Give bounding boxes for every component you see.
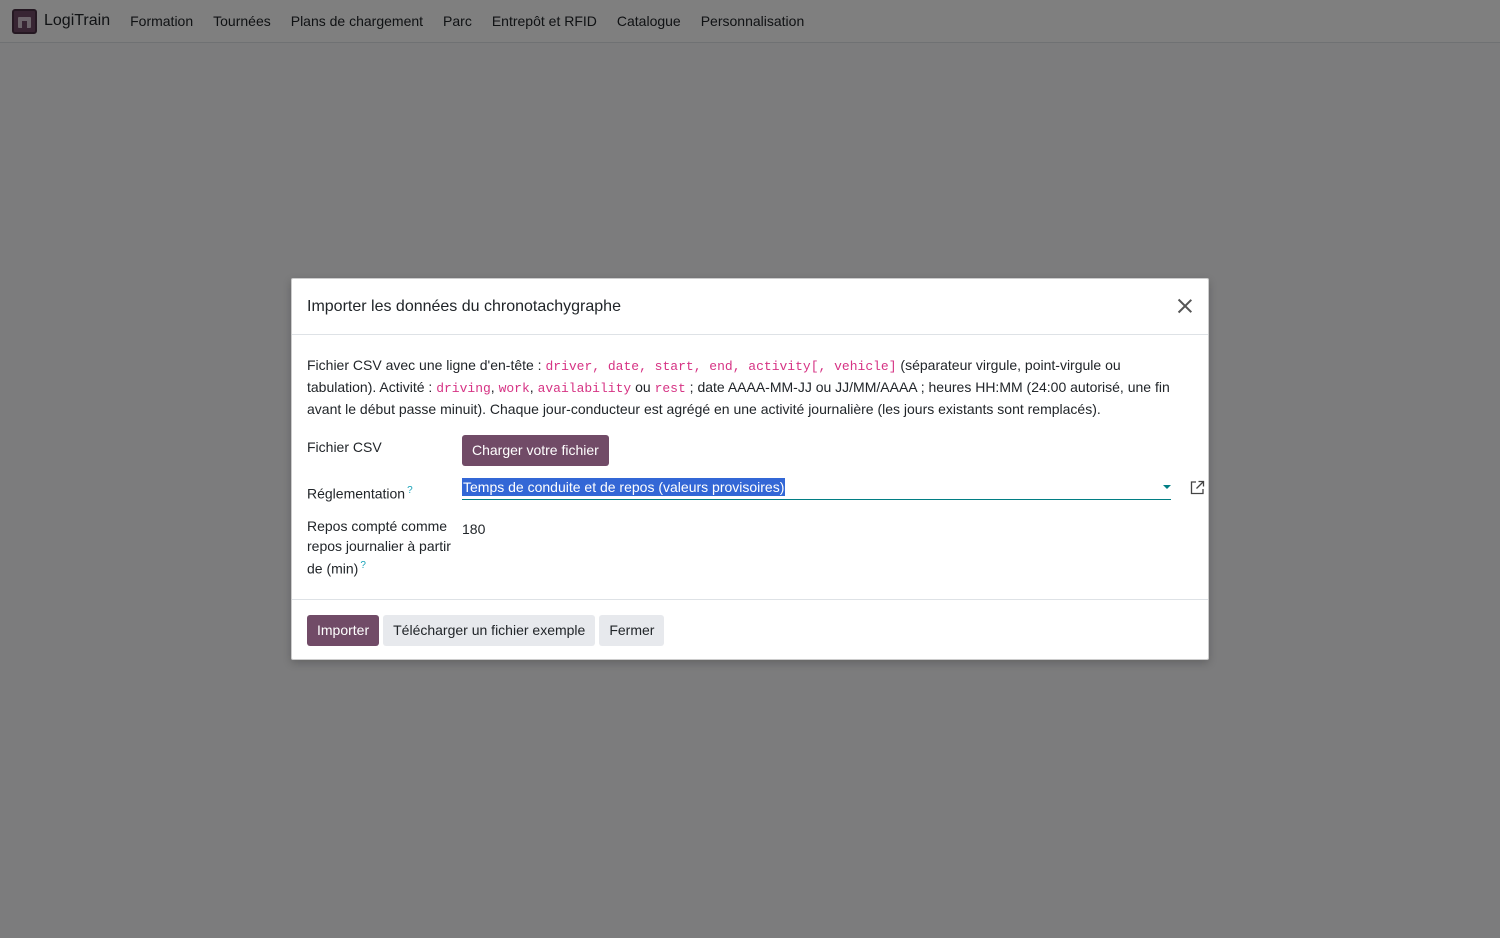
- import-dialog: Importer les données du chronotachygraph…: [291, 278, 1209, 660]
- upload-file-button[interactable]: Charger votre fichier: [462, 435, 609, 466]
- import-description: Fichier CSV avec une ligne d'en-tête : d…: [307, 355, 1193, 419]
- csv-file-row: Fichier CSV Charger votre fichier: [307, 435, 1193, 466]
- description-separator: ,: [490, 379, 499, 395]
- code-driving: driving: [436, 381, 491, 396]
- csv-file-field: Charger votre fichier: [462, 435, 1193, 466]
- regulation-row: Réglementation? Temps de conduite et de …: [307, 478, 1205, 504]
- dialog-header: Importer les données du chronotachygraph…: [292, 279, 1208, 335]
- close-icon[interactable]: [1174, 295, 1196, 317]
- description-separator: ,: [529, 379, 538, 395]
- dialog-body: Fichier CSV avec une ligne d'en-tête : d…: [292, 335, 1208, 600]
- dialog-footer: Importer Télécharger un fichier exemple …: [292, 600, 1208, 660]
- import-button[interactable]: Importer: [307, 614, 380, 646]
- regulation-label: Réglementation: [307, 485, 406, 502]
- close-button[interactable]: Fermer: [599, 614, 665, 646]
- regulation-label-wrap: Réglementation?: [307, 478, 462, 504]
- external-link-icon[interactable]: [1189, 480, 1205, 496]
- code-rest: rest: [654, 381, 686, 396]
- caret-down-icon[interactable]: [1163, 485, 1171, 489]
- regulation-field: Temps de conduite et de repos (valeurs p…: [462, 478, 1193, 504]
- rest-threshold-row: Repos compté comme repos journalier à pa…: [307, 517, 1193, 579]
- rest-threshold-label: Repos compté comme repos journalier à pa…: [307, 518, 451, 577]
- regulation-value[interactable]: Temps de conduite et de repos (valeurs p…: [462, 478, 786, 496]
- rest-threshold-help-icon[interactable]: ?: [360, 560, 366, 571]
- dialog-title: Importer les données du chronotachygraph…: [307, 297, 621, 315]
- description-text: Fichier CSV avec une ligne d'en-tête :: [307, 357, 546, 373]
- regulation-help-icon[interactable]: ?: [407, 485, 413, 496]
- rest-threshold-field: 180: [462, 517, 1193, 579]
- rest-threshold-label-wrap: Repos compté comme repos journalier à pa…: [307, 517, 462, 579]
- rest-threshold-value: 180: [462, 521, 486, 538]
- code-availability: availability: [537, 381, 632, 396]
- description-text: ou: [631, 379, 655, 395]
- download-sample-button[interactable]: Télécharger un fichier exemple: [383, 614, 596, 646]
- csv-file-label: Fichier CSV: [307, 439, 382, 455]
- code-csv-header: driver, date, start, end, activity[, veh…: [545, 359, 897, 374]
- code-work: work: [498, 381, 530, 396]
- regulation-select[interactable]: Temps de conduite et de repos (valeurs p…: [462, 478, 1171, 500]
